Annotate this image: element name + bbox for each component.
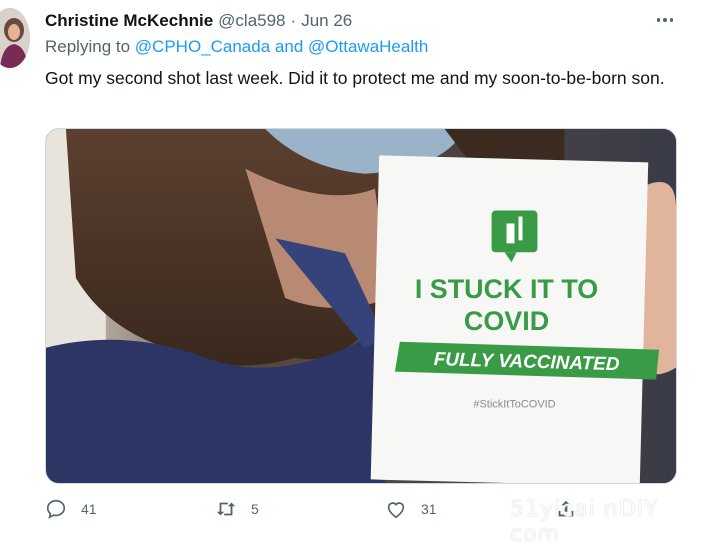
tweet-date[interactable]: Jun 26 xyxy=(301,11,352,31)
reply-icon xyxy=(46,499,66,519)
like-count: 31 xyxy=(421,501,437,517)
replying-prefix: Replying to xyxy=(45,37,131,56)
replying-to: Replying to @CPHO_Canada and @OttawaHeal… xyxy=(45,37,428,57)
ellipsis-icon[interactable] xyxy=(652,10,678,30)
sticker-line2: COVID xyxy=(464,306,549,336)
sticker-hashtag: #StickItToCOVID xyxy=(473,398,555,410)
separator: · xyxy=(290,11,297,30)
avatar[interactable] xyxy=(0,8,30,68)
sticker-line1: I STUCK IT TO xyxy=(415,274,598,304)
reply-count: 41 xyxy=(81,501,97,517)
retweet-count: 5 xyxy=(251,501,259,517)
author-name[interactable]: Christine McKechnie xyxy=(45,11,213,31)
like-button[interactable]: 31 xyxy=(385,498,437,520)
watermark: 51yicai nDIY com xyxy=(510,497,659,547)
heart-icon xyxy=(387,502,405,519)
retweet-icon xyxy=(216,502,236,516)
mention-cpho[interactable]: @CPHO_Canada xyxy=(135,37,270,56)
tweet-text: Got my second shot last week. Did it to … xyxy=(45,68,665,88)
mention-joiner: and xyxy=(274,37,304,56)
retweet-button[interactable]: 5 xyxy=(215,498,259,520)
tweet-photo[interactable]: I STUCK IT TO COVID FULLY VACCINATED #St… xyxy=(45,128,677,484)
mention-ottawa-health[interactable]: @OttawaHealth xyxy=(308,37,428,56)
author-handle[interactable]: @cla598 xyxy=(218,11,285,31)
tweet-header: Christine McKechnie @cla598 · Jun 26 xyxy=(45,10,352,32)
reply-button[interactable]: 41 xyxy=(45,498,97,520)
